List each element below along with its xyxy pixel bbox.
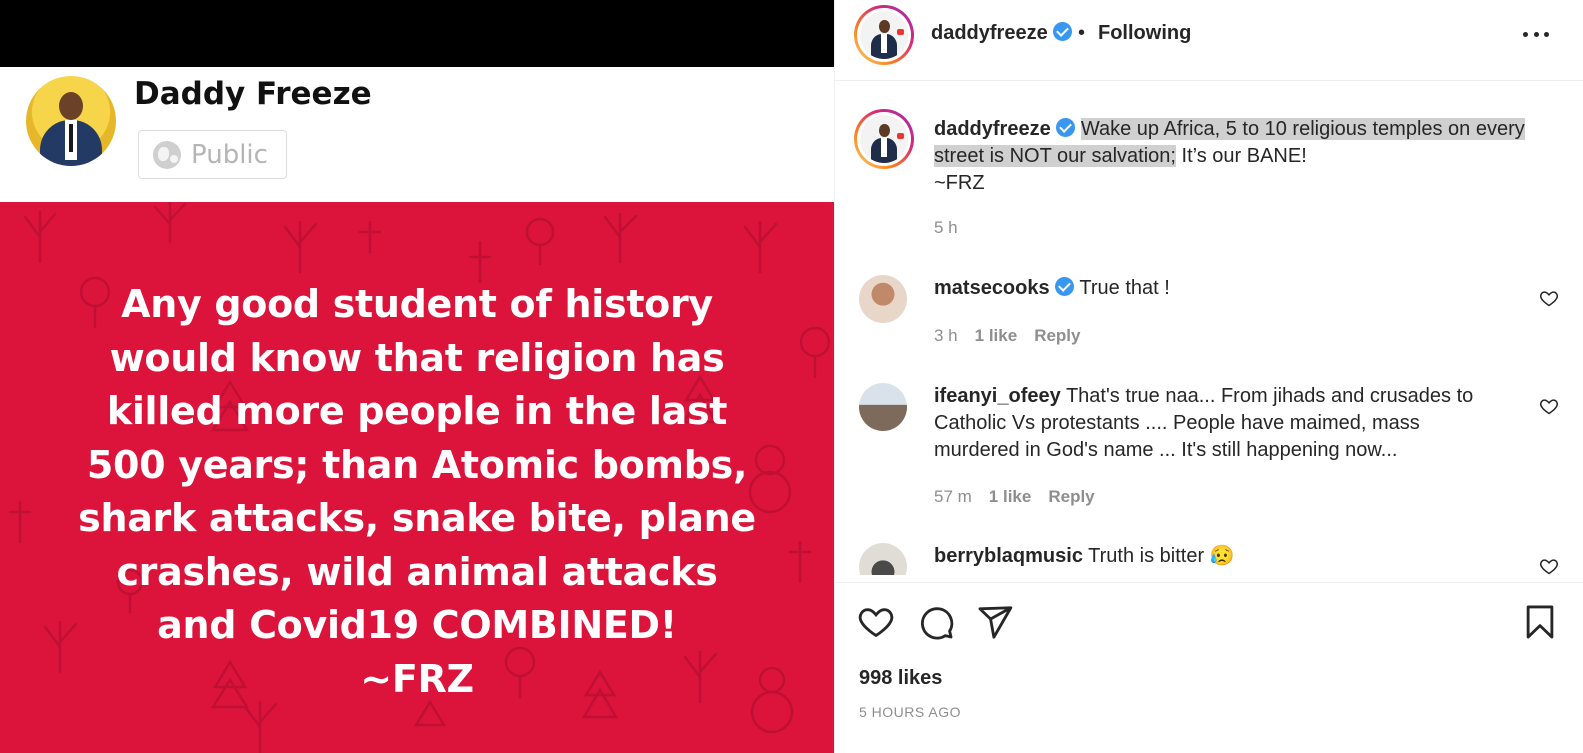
post-media[interactable]: Daddy Freeze Public Any good student of …: [0, 0, 834, 753]
save-bookmark-icon[interactable]: [1521, 603, 1559, 641]
reply-button[interactable]: Reply: [1048, 487, 1094, 507]
facebook-profile-name: Daddy Freeze: [134, 76, 372, 112]
comment-meta: 3 h 1 like Reply: [934, 326, 1080, 346]
caption-timestamp[interactable]: 5 h: [934, 218, 958, 238]
comment-text: Truth is bitter 😥: [1088, 545, 1235, 567]
facebook-profile-avatar: [26, 76, 116, 166]
quote-line: would know that religion has: [109, 335, 725, 380]
following-button[interactable]: Following: [1098, 22, 1191, 45]
quote-line: crashes, wild animal attacks: [116, 549, 718, 594]
comment-meta: 57 m 1 like Reply: [934, 487, 1095, 507]
comment-likes[interactable]: 1 like: [989, 487, 1032, 507]
commenter-username[interactable]: matsecooks: [934, 277, 1050, 299]
like-comment-heart-icon[interactable]: [1539, 288, 1559, 308]
comment-item: matsecooks True that ! 3 h 1 like Reply: [859, 275, 1559, 355]
comment-item: ifeanyi_ofeey That's true naa... From ji…: [859, 383, 1559, 513]
commenter-avatar[interactable]: [859, 543, 907, 575]
author-username-link[interactable]: daddyfreeze: [931, 22, 1073, 45]
comment-body: matsecooks True that !: [934, 275, 1494, 302]
header-separator: •: [1078, 22, 1086, 44]
comment-bubble-icon[interactable]: [917, 603, 955, 641]
like-comment-heart-icon[interactable]: [1539, 396, 1559, 416]
comment-likes[interactable]: 1 like: [975, 326, 1018, 346]
quote-line: 500 years; than Atomic bombs,: [86, 442, 748, 487]
quote-line: Any good student of history: [121, 282, 713, 326]
post-details-panel: daddyfreeze • Following daddyfreeze Wake…: [834, 0, 1583, 753]
black-top-bar: [0, 0, 834, 67]
quote-line: killed more people in the last: [106, 389, 728, 433]
commenter-username[interactable]: berryblaqmusic: [934, 545, 1083, 567]
comment-body: ifeanyi_ofeey That's true naa... From ji…: [934, 383, 1494, 464]
quote-text: Any good student of history would know t…: [0, 278, 834, 706]
author-username[interactable]: daddyfreeze: [931, 22, 1048, 44]
verified-badge-icon: [1055, 277, 1075, 296]
post-timestamp[interactable]: 5 HOURS AGO: [859, 704, 961, 720]
facebook-post-header: [0, 67, 834, 202]
post-header: daddyfreeze • Following: [835, 0, 1583, 81]
commenter-avatar[interactable]: [859, 275, 907, 323]
more-options-icon[interactable]: [1523, 24, 1549, 44]
caption-text: It’s our BANE!: [1175, 145, 1307, 167]
comment-item: berryblaqmusic Truth is bitter 😥: [859, 543, 1559, 575]
globe-icon: [153, 140, 181, 169]
quote-line: and Covid19 COMBINED!: [157, 603, 677, 647]
caption-signature: ~FRZ: [934, 172, 985, 194]
quote-line: shark attacks, snake bite, plane: [78, 496, 756, 540]
quote-line: ~FRZ: [360, 656, 474, 701]
share-send-icon[interactable]: [976, 603, 1014, 641]
verified-badge-icon: [1053, 22, 1073, 41]
comment-body: berryblaqmusic Truth is bitter 😥: [934, 543, 1494, 570]
caption-avatar[interactable]: [854, 109, 914, 169]
comment-time[interactable]: 3 h: [934, 326, 958, 346]
likes-count[interactable]: 998 likes: [859, 667, 942, 690]
post-actions: 998 likes 5 HOURS AGO: [835, 582, 1583, 753]
post-caption: daddyfreeze Wake up Africa, 5 to 10 reli…: [934, 116, 1554, 197]
commenter-avatar[interactable]: [859, 383, 907, 431]
comment-text: True that !: [1079, 277, 1170, 299]
author-avatar[interactable]: [854, 5, 914, 65]
commenter-username[interactable]: ifeanyi_ofeey: [934, 385, 1061, 407]
comment-time[interactable]: 57 m: [934, 487, 972, 507]
audience-badge: Public: [138, 130, 287, 179]
like-heart-icon[interactable]: [857, 603, 895, 641]
caption-username[interactable]: daddyfreeze: [934, 118, 1051, 140]
audience-label: Public: [191, 139, 268, 170]
like-comment-heart-icon[interactable]: [1539, 556, 1559, 575]
verified-badge-icon: [1056, 118, 1076, 137]
reply-button[interactable]: Reply: [1034, 326, 1080, 346]
